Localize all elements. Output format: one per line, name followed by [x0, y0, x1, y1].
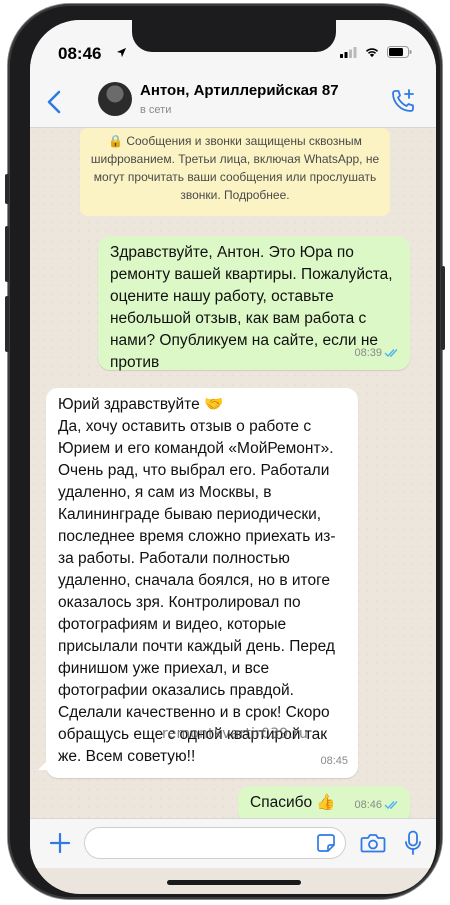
- sticker-icon[interactable]: [316, 833, 336, 853]
- microphone-icon[interactable]: [404, 830, 422, 856]
- volume-down-button: [5, 296, 9, 352]
- message-incoming-1[interactable]: Юрий здравствуйте 🤝 Да, хочу оставить от…: [46, 388, 358, 778]
- message-text: Юрий здравствуйте 🤝 Да, хочу оставить от…: [58, 396, 336, 765]
- input-bar: [30, 818, 436, 868]
- camera-icon[interactable]: [360, 831, 386, 855]
- bubble-tail: [38, 760, 48, 770]
- message-meta: 08:39: [354, 342, 400, 364]
- location-arrow-icon: [116, 47, 127, 58]
- contact-status: в сети: [140, 104, 172, 116]
- home-indicator[interactable]: [167, 880, 301, 885]
- contact-name[interactable]: Антон, Артиллерийская 87: [140, 82, 339, 99]
- back-chevron-icon[interactable]: [44, 90, 66, 114]
- watermark: remontkvartir039.ru: [162, 726, 309, 742]
- cellular-signal-icon: [340, 46, 357, 58]
- message-time: 08:46: [354, 799, 382, 811]
- message-time: 08:39: [354, 347, 382, 359]
- message-outgoing-1[interactable]: Здравствуйте, Антон. Это Юра по ремонту …: [98, 236, 410, 371]
- encryption-notice[interactable]: 🔒 Сообщения и звонки защищены сквозным ш…: [80, 128, 390, 216]
- read-ticks-icon: [384, 349, 398, 358]
- message-meta: 08:45: [320, 750, 348, 772]
- wifi-icon: [365, 47, 379, 57]
- status-time: 08:46: [58, 44, 102, 63]
- battery-icon: [387, 46, 412, 58]
- add-call-icon[interactable]: [390, 88, 416, 114]
- plus-icon[interactable]: [48, 831, 72, 855]
- status-icons: [340, 46, 412, 58]
- power-button: [441, 266, 445, 350]
- chat-area[interactable]: 🔒 Сообщения и звонки защищены сквозным ш…: [30, 128, 436, 824]
- message-input[interactable]: [84, 827, 346, 859]
- message-time: 08:45: [320, 755, 348, 767]
- volume-up-button: [5, 226, 9, 282]
- encryption-notice-text: 🔒 Сообщения и звонки защищены сквозным ш…: [90, 134, 380, 202]
- message-meta: 08:46: [354, 794, 400, 816]
- contact-avatar[interactable]: [98, 82, 132, 116]
- notch: [132, 20, 336, 52]
- silent-switch: [5, 174, 9, 204]
- chat-header: Антон, Артиллерийская 87 в сети: [30, 72, 436, 128]
- read-ticks-icon: [384, 801, 398, 810]
- screen: 08:46 Антон, Артиллерийская 87 в сети 🔒 …: [30, 20, 436, 894]
